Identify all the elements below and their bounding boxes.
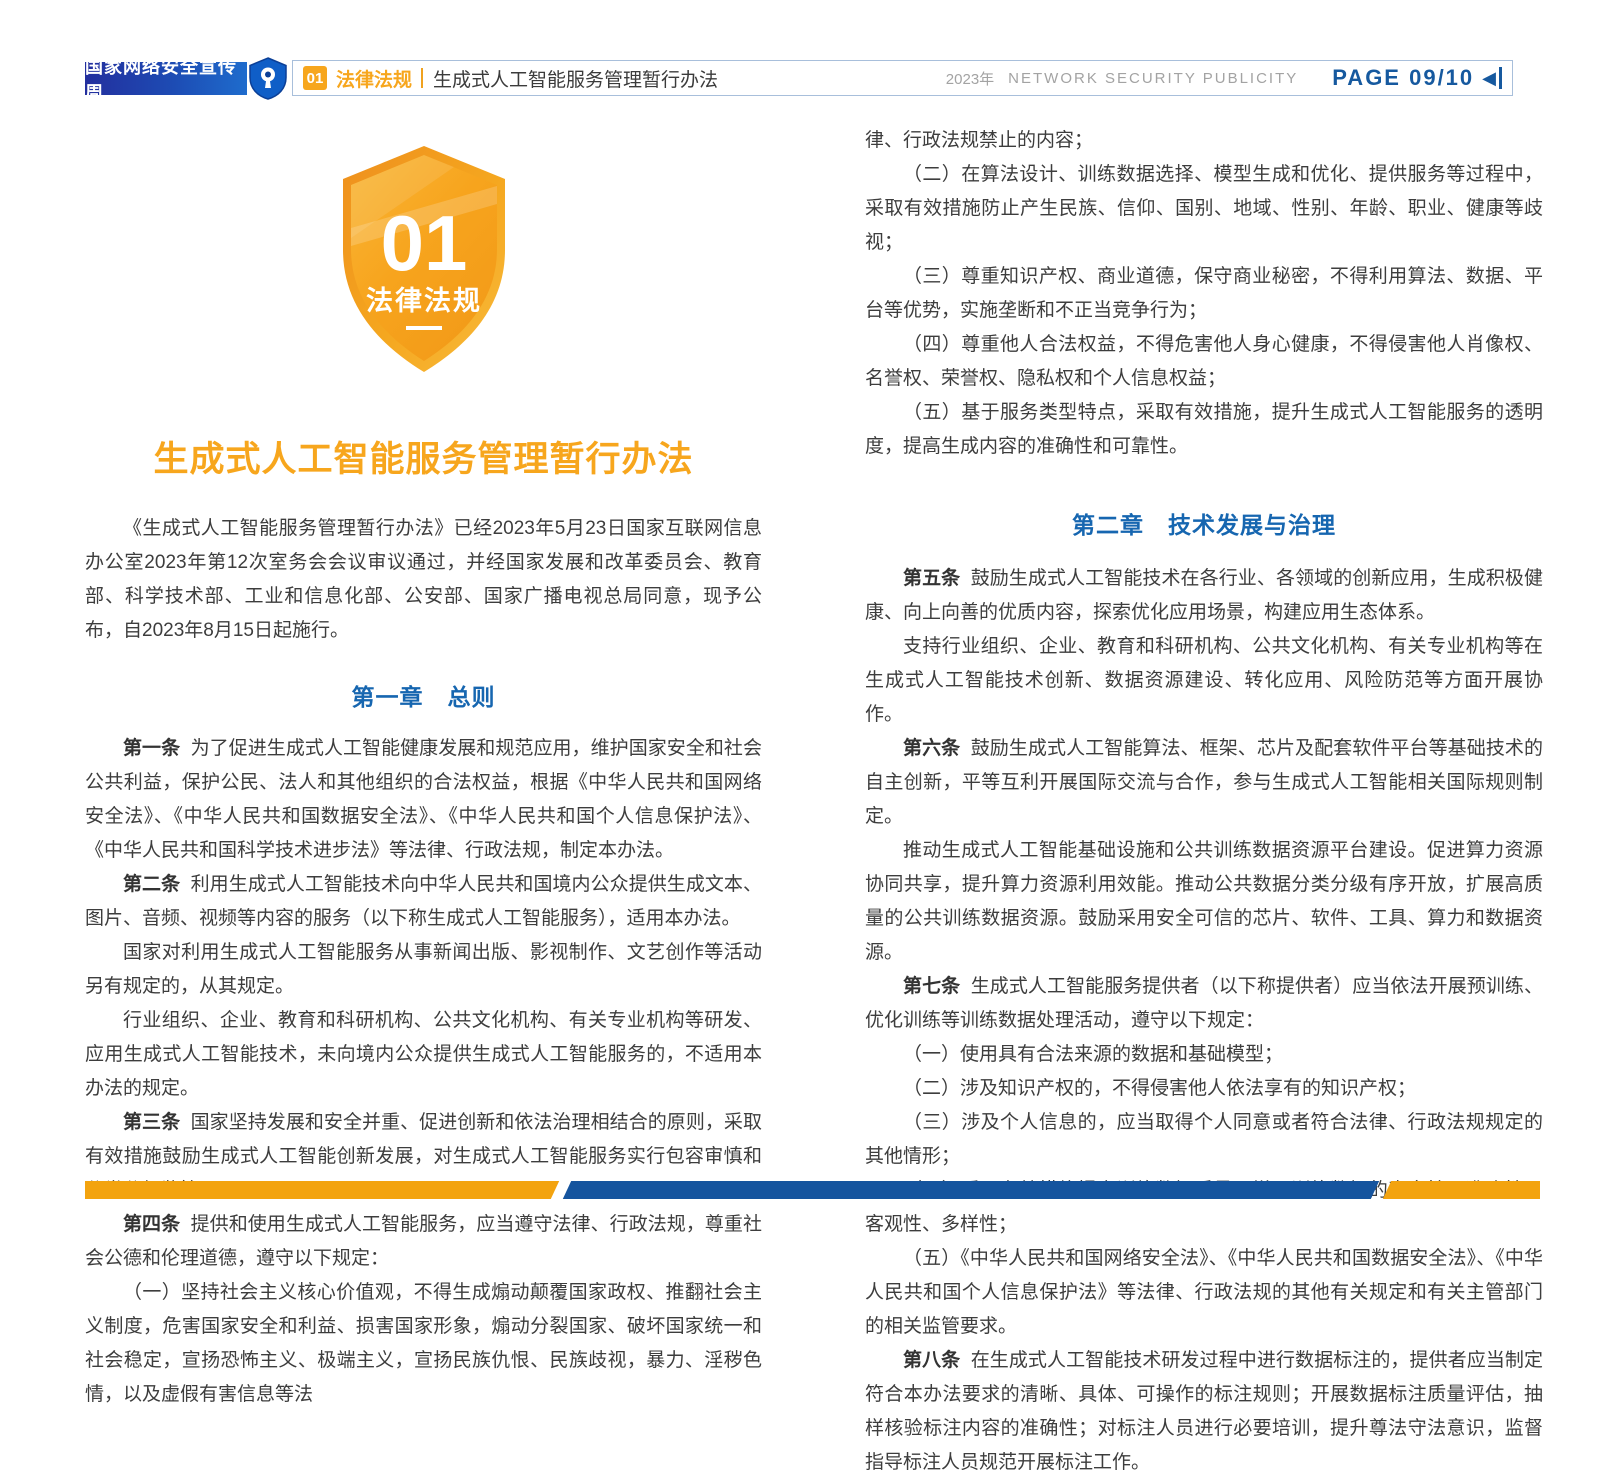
paragraph-item-1: （一）坚持社会主义核心价值观，不得生成煽动颠覆国家政权、推翻社会主义制度，危害国… — [85, 1276, 762, 1412]
section-number-badge: 01 — [303, 66, 327, 90]
footer-bar-blue — [563, 1181, 1379, 1199]
paragraph-item-5: （五）基于服务类型特点，采取有效措施，提升生成式人工智能服务的透明度，提高生成内… — [865, 396, 1543, 464]
paragraph-item-1: （一）使用具有合法来源的数据和基础模型； — [865, 1038, 1543, 1072]
footer-bar-orange-left — [85, 1181, 559, 1199]
section-label: 法律法规 — [336, 65, 412, 92]
paragraph: 行业组织、企业、教育和科研机构、公共文化机构、有关专业机构等研发、应用生成式人工… — [85, 1004, 762, 1106]
right-column: 律、行政法规禁止的内容； （二）在算法设计、训练数据选择、模型生成和优化、提供服… — [865, 124, 1543, 1480]
badge-label-text: 法律法规 — [366, 286, 482, 316]
chapter-2-heading: 第二章 技术发展与治理 — [865, 506, 1543, 540]
paragraph-article-4: 第四条提供和使用生成式人工智能服务，应当遵守法律、行政法规，尊重社会公德和伦理道… — [85, 1208, 762, 1276]
badge-number-text: 01 — [380, 199, 467, 287]
page-indicator: PAGE 09/10 — [1332, 65, 1474, 91]
page-bar-icon — [1499, 67, 1502, 89]
paragraph-continuation: 律、行政法规禁止的内容； — [865, 124, 1543, 158]
paragraph-item-2: （二）在算法设计、训练数据选择、模型生成和优化、提供服务等过程中，采取有效措施防… — [865, 158, 1543, 260]
publicity-label: NETWORK SECURITY PUBLICITY — [1008, 70, 1298, 87]
article-7-label: 第七条 — [903, 976, 960, 997]
paragraph: 国家对利用生成式人工智能服务从事新闻出版、影视制作、文艺创作等活动另有规定的，从… — [85, 936, 762, 1004]
article-1-label: 第一条 — [123, 738, 180, 759]
paragraph-item-5: （五）《中华人民共和国网络安全法》、《中华人民共和国数据安全法》、《中华人民共和… — [865, 1242, 1543, 1344]
page-arrow-icon: ◀ — [1482, 69, 1496, 87]
article-3-label: 第三条 — [123, 1112, 180, 1133]
paragraph-article-2: 第二条利用生成式人工智能技术向中华人民共和国境内公众提供生成文本、图片、音频、视… — [85, 868, 762, 936]
paragraph: 支持行业组织、企业、教育和科研机构、公共文化机构、有关专业机构等在生成式人工智能… — [865, 630, 1543, 732]
year-label: 2023年 — [946, 68, 994, 89]
paragraph-article-6: 第六条鼓励生成式人工智能算法、框架、芯片及配套软件平台等基础技术的自主创新，平等… — [865, 732, 1543, 834]
chapter-shield-badge: 01 法律法规 — [321, 142, 527, 381]
document-title: 生成式人工智能服务管理暂行办法 — [85, 431, 762, 482]
paragraph-article-1: 第一条为了促进生成式人工智能健康发展和规范应用，维护国家安全和社会公共利益，保护… — [85, 732, 762, 868]
paragraph: 推动生成式人工智能基础设施和公共训练数据资源平台建设。促进算力资源协同共享，提升… — [865, 834, 1543, 970]
brand-banner: 国家网络安全宣传周 — [85, 62, 247, 95]
paragraph-article-5: 第五条鼓励生成式人工智能技术在各行业、各领域的创新应用，生成积极健康、向上向善的… — [865, 562, 1543, 630]
header-doc-title: 生成式人工智能服务管理暂行办法 — [433, 65, 718, 92]
paragraph-article-7: 第七条生成式人工智能服务提供者（以下称提供者）应当依法开展预训练、优化训练等训练… — [865, 970, 1543, 1038]
article-4-label: 第四条 — [123, 1214, 180, 1235]
paragraph-item-3: （三）涉及个人信息的，应当取得个人同意或者符合法律、行政法规规定的其他情形； — [865, 1106, 1543, 1174]
paragraph-item-4: （四）尊重他人合法权益，不得危害他人身心健康，不得侵害他人肖像权、名誉权、荣誉权… — [865, 328, 1543, 396]
intro-paragraph: 《生成式人工智能服务管理暂行办法》已经2023年5月23日国家互联网信息办公室2… — [85, 512, 762, 648]
divider — [421, 68, 423, 88]
paragraph-item-3: （三）尊重知识产权、商业道德，保守商业秘密，不得利用算法、数据、平台等优势，实施… — [865, 260, 1543, 328]
paragraph-item-2: （二）涉及知识产权的，不得侵害他人依法享有的知识产权； — [865, 1072, 1543, 1106]
lock-shield-icon — [248, 57, 288, 100]
article-8-label: 第八条 — [903, 1350, 960, 1371]
article-2-label: 第二条 — [123, 874, 180, 895]
chapter-1-heading: 第一章 总则 — [85, 678, 762, 712]
left-column: 01 法律法规 生成式人工智能服务管理暂行办法 《生成式人工智能服务管理暂行办法… — [85, 118, 762, 1412]
footer-bar-orange-right — [1383, 1181, 1540, 1199]
article-6-label: 第六条 — [903, 738, 960, 759]
paragraph-article-8: 第八条在生成式人工智能技术研发过程中进行数据标注的，提供者应当制定符合本办法要求… — [865, 1344, 1543, 1480]
brand-label: 国家网络安全宣传周 — [85, 53, 247, 105]
footer-decoration — [85, 1181, 1540, 1199]
article-5-label: 第五条 — [903, 568, 960, 589]
header-strip: 01 法律法规 生成式人工智能服务管理暂行办法 2023年 NETWORK SE… — [292, 60, 1513, 96]
